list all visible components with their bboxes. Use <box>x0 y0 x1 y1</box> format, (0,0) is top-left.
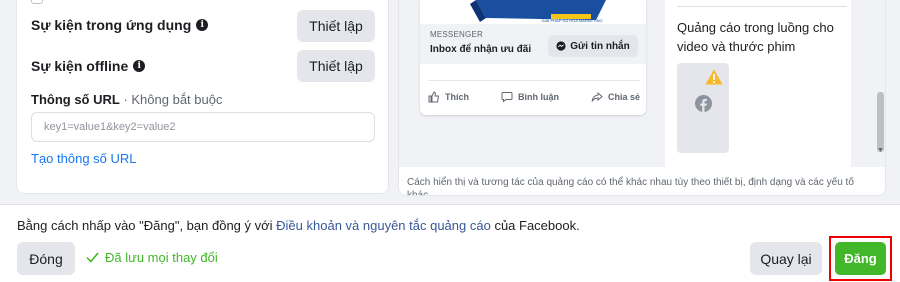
instream-video-thumbnail[interactable] <box>677 63 729 153</box>
facebook-icon <box>695 95 712 112</box>
url-params-label: Thông số URL · Không bắt buộc <box>31 92 222 107</box>
scroll-down-icon[interactable]: ▼ <box>877 147 884 154</box>
app-event-label: Sự kiện trong ứng dụng <box>31 17 192 33</box>
url-params-placeholder: key1=value1&key2=value2 <box>44 121 176 133</box>
url-params-title: Thông số URL <box>31 92 120 107</box>
app-event-setup-button[interactable]: Thiết lập <box>297 10 375 42</box>
terms-suffix: của Facebook. <box>490 218 580 233</box>
back-button[interactable]: Quay lại <box>750 242 822 275</box>
close-button[interactable]: Đóng <box>17 242 75 275</box>
preview-scrollbar[interactable]: ▼ <box>874 0 885 167</box>
share-icon <box>591 91 603 102</box>
terms-prefix: Bằng cách nhấp vào "Đăng", bạn đồng ý vớ… <box>17 218 277 233</box>
divider <box>677 6 847 7</box>
publish-highlight: Đăng <box>829 236 892 281</box>
post-actions: Thích Bình luận Chia sẻ <box>428 80 640 104</box>
share-action[interactable]: Chia sẻ <box>591 91 640 103</box>
app-event-row: Sự kiện trong ứng dụng i <box>31 17 209 33</box>
terms-notice: Bằng cách nhấp vào "Đăng", bạn đồng ý vớ… <box>17 218 580 233</box>
dialog-footer: Bằng cách nhấp vào "Đăng", bạn đồng ý vớ… <box>0 204 900 282</box>
comment-label: Bình luận <box>517 91 559 102</box>
like-label: Thích <box>445 91 469 102</box>
ad-policies-link[interactable]: Điều khoản và nguyên tắc quảng cáo <box>276 218 491 233</box>
comment-icon <box>501 91 513 103</box>
saved-status: Đã lưu mọi thay đổi <box>86 250 218 265</box>
ad-preview-card: GIẢI PHÁP SỐ HÓA MARKETING MESSENGER Inb… <box>398 0 886 196</box>
instream-title: Quảng cáo trong luồng cho video và thước… <box>677 20 834 54</box>
comment-action[interactable]: Bình luận <box>501 91 559 103</box>
offline-event-setup-button[interactable]: Thiết lập <box>297 50 375 82</box>
publish-button[interactable]: Đăng <box>835 242 886 275</box>
info-icon[interactable]: i <box>196 19 209 31</box>
product-image: GIẢI PHÁP SỐ HÓA MARKETING <box>470 0 606 23</box>
preview-scroll-area: GIẢI PHÁP SỐ HÓA MARKETING MESSENGER Inb… <box>399 0 874 167</box>
optional-label: · Không bắt buộc <box>119 92 223 107</box>
preview-disclaimer: Cách hiển thị và tương tác của quảng cáo… <box>407 177 854 196</box>
checkbox-partial[interactable] <box>31 0 43 4</box>
send-message-button[interactable]: Gửi tin nhắn <box>548 35 638 57</box>
warning-icon <box>705 69 723 85</box>
inbox-headline: Inbox để nhận ưu đãi <box>430 44 532 55</box>
scrollbar-thumb[interactable] <box>877 92 884 152</box>
product-banner-text: GIẢI PHÁP SỐ HÓA MARKETING <box>541 18 602 23</box>
messenger-cta-row: MESSENGER Inbox để nhận ưu đãi Gửi tin n… <box>420 24 646 64</box>
messenger-label: MESSENGER <box>430 30 483 39</box>
offline-event-label: Sự kiện offline <box>31 58 129 74</box>
messenger-icon <box>556 41 566 51</box>
checkmark-icon <box>86 252 99 263</box>
info-icon[interactable]: i <box>133 60 146 72</box>
create-url-params-link[interactable]: Tạo thông số URL <box>31 151 137 166</box>
feed-post-preview: GIẢI PHÁP SỐ HÓA MARKETING MESSENGER Inb… <box>420 0 646 115</box>
offline-event-row: Sự kiện offline i <box>31 58 146 74</box>
send-message-label: Gửi tin nhắn <box>570 40 630 52</box>
saved-status-text: Đã lưu mọi thay đổi <box>105 250 218 265</box>
tracking-settings-card: Sự kiện trong ứng dụng i Thiết lập Sự ki… <box>16 0 389 194</box>
like-action[interactable]: Thích <box>428 90 469 103</box>
like-icon <box>428 90 440 102</box>
url-params-input[interactable]: key1=value1&key2=value2 <box>31 112 375 142</box>
instream-placement-panel: Quảng cáo trong luồng cho video và thước… <box>665 0 851 167</box>
share-label: Chia sẻ <box>607 91 640 102</box>
